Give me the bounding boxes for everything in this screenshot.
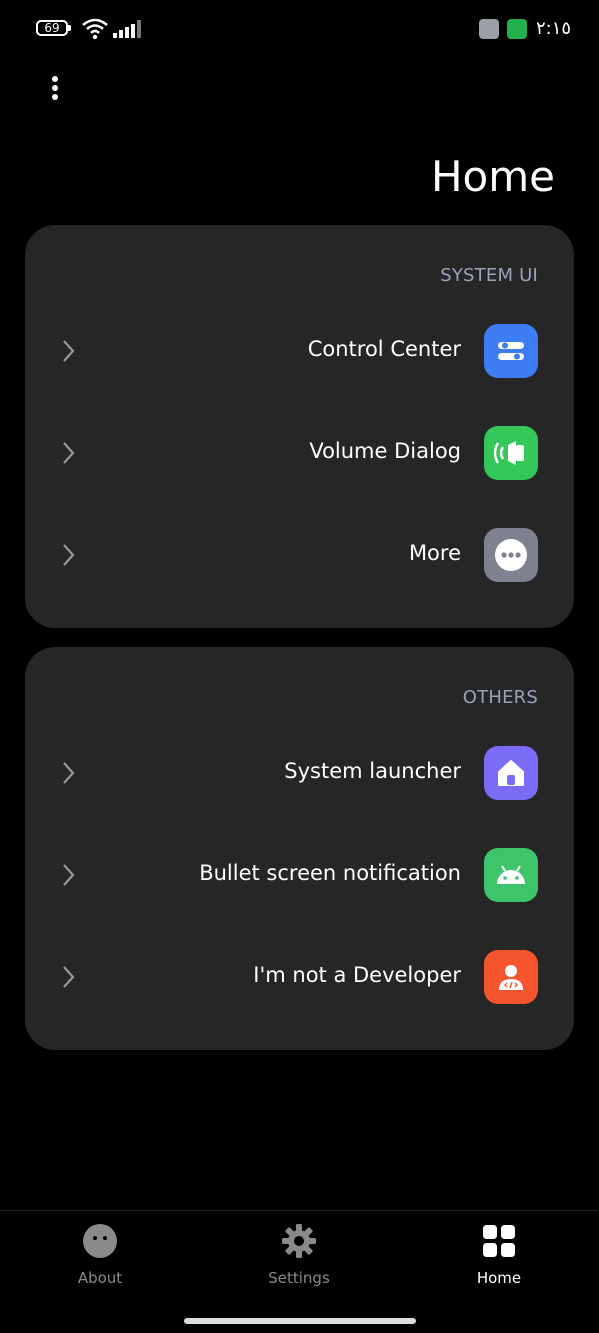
section-header: OTHERS [462,687,538,708]
list-item-bullet-screen-notification[interactable]: Bullet screen notification [25,835,574,915]
list-item-label: I'm not a Developer [253,963,461,987]
nav-about[interactable]: About [40,1223,160,1287]
page-title: Home [430,152,555,201]
chevron-right-icon [63,544,75,566]
list-item-control-center[interactable]: Control Center [25,311,574,391]
list-item-label: Volume Dialog [309,439,461,463]
clock: ٢:١٥ [536,18,572,39]
list-item-more[interactable]: More [25,515,574,595]
list-item-label: Control Center [307,337,461,361]
chevron-right-icon [63,864,75,886]
more-dots-icon [484,528,538,582]
android-icon [484,848,538,902]
list-item-not-a-developer[interactable]: I'm not a Developer [25,937,574,1017]
section-system-ui: SYSTEM UI Control Center Volume Dialog M… [25,225,574,628]
chevron-right-icon [63,966,75,988]
toggles-icon [484,324,538,378]
list-item-system-launcher[interactable]: System launcher [25,733,574,813]
nav-label: Home [476,1269,522,1287]
status-bar: 69 ٢:١٥ [0,0,599,60]
nav-settings[interactable]: Settings [239,1223,359,1287]
battery-level: 69 [44,21,60,35]
volume-icon [484,426,538,480]
nav-home[interactable]: Home [439,1223,559,1287]
chevron-right-icon [63,442,75,464]
face-icon [83,1224,117,1258]
chevron-right-icon [63,340,75,362]
more-options-icon[interactable] [45,76,65,106]
wifi-icon [82,18,108,40]
notification-app-icon [507,19,527,39]
nav-label: Settings [268,1269,330,1287]
gear-icon [282,1224,316,1258]
home-indicator[interactable] [184,1318,416,1324]
wrench-icon [479,19,499,39]
cell-signal-icon [113,20,141,38]
grid-icon [483,1225,515,1257]
section-others: OTHERS System launcher Bullet screen not… [25,647,574,1050]
bottom-nav: About Settings Home [0,1210,599,1333]
home-icon [484,746,538,800]
list-item-volume-dialog[interactable]: Volume Dialog [25,413,574,493]
list-item-label: More [408,541,461,565]
nav-label: About [77,1269,123,1287]
developer-icon [484,950,538,1004]
section-header: SYSTEM UI [440,265,538,286]
list-item-label: System launcher [284,759,461,783]
chevron-right-icon [63,762,75,784]
list-item-label: Bullet screen notification [199,861,461,885]
battery-icon: 69 [36,20,71,36]
